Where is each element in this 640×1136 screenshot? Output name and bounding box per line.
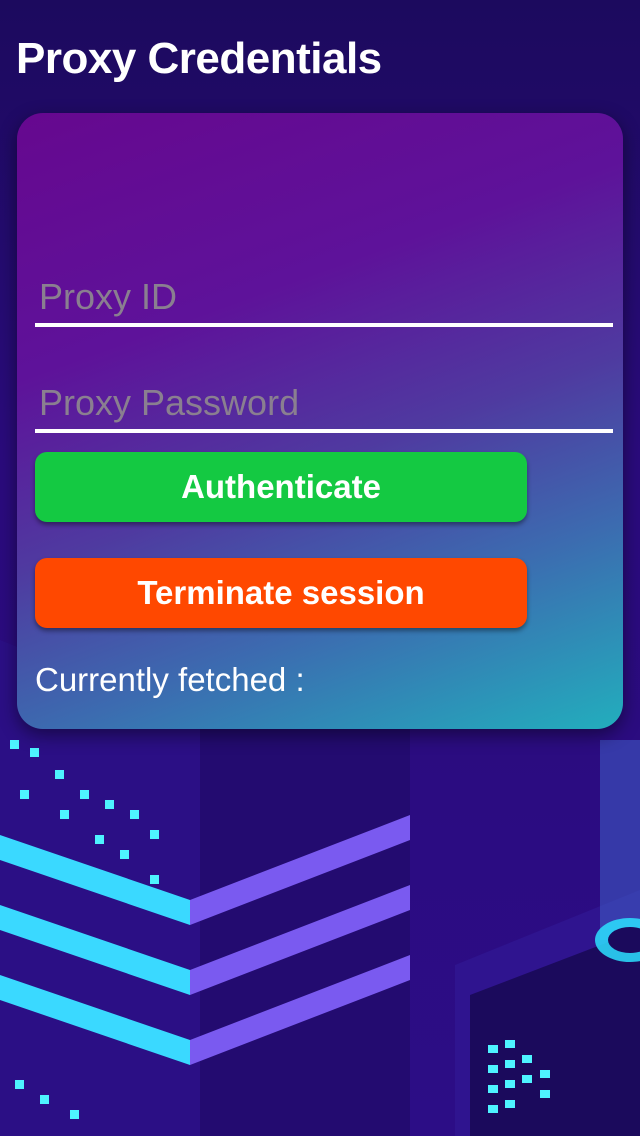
proxy-id-field-wrapper <box>35 271 613 327</box>
proxy-id-input[interactable] <box>35 271 613 323</box>
currently-fetched-label: Currently fetched : <box>35 661 305 698</box>
page-title: Proxy Credentials <box>16 34 382 83</box>
authenticate-button[interactable]: Authenticate <box>35 452 527 522</box>
proxy-password-field-wrapper <box>35 377 613 433</box>
credentials-card: Authenticate Terminate session Currently… <box>17 113 623 729</box>
terminate-session-button[interactable]: Terminate session <box>35 558 527 628</box>
proxy-password-input[interactable] <box>35 377 613 429</box>
